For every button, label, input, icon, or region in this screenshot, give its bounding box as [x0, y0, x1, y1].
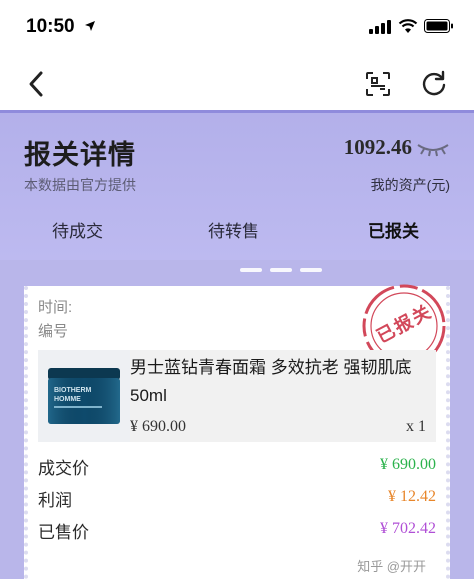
declaration-card: 时间: 编号 已报关 BIOTHERM HOMME 男士蓝钻青春面霜 多效抗老 … [24, 284, 450, 579]
time-label: 时间: [38, 299, 73, 316]
asset-value: 1092.46 [343, 135, 412, 159]
deal-price-label: 成交价 [38, 459, 89, 478]
profit-label: 利润 [38, 491, 72, 510]
asset-label: 我的资产(元) [370, 177, 450, 193]
scan-button[interactable] [364, 70, 392, 98]
svg-text:BIOTHERM: BIOTHERM [54, 387, 92, 394]
refresh-button[interactable] [420, 69, 448, 97]
sold-price-label: 已售价 [38, 523, 89, 542]
product-quantity: x 1 [406, 418, 426, 435]
cellular-signal-icon [369, 20, 391, 39]
chevron-left-icon [29, 71, 43, 97]
tab-pending-resale[interactable]: 待转售 [208, 217, 259, 242]
tab-bar: 待成交 待转售 已报关 [0, 211, 474, 251]
status-time: 10:50 [26, 16, 75, 37]
scan-icon [366, 72, 390, 96]
tab-pending-deal[interactable]: 待成交 [52, 217, 103, 242]
nav-bar [0, 58, 474, 110]
product-name: 男士蓝钻青春面霜 多效抗老 强韧肌底50ml [130, 358, 412, 405]
svg-text:HOMME: HOMME [54, 396, 81, 403]
deal-price-value: ¥ 690.00 [380, 456, 436, 473]
decorative-dash [270, 268, 292, 272]
location-arrow-icon [84, 19, 96, 37]
product-price: ¥ 690.00 [130, 418, 186, 435]
wifi-icon [398, 18, 418, 39]
decorative-dash [300, 268, 322, 272]
sold-price-row: 已售价 ¥ 702.42 [38, 516, 436, 544]
profit-row: 利润 ¥ 12.42 [38, 484, 436, 512]
battery-icon [424, 19, 454, 38]
profit-value: ¥ 12.42 [388, 488, 436, 505]
page-title: 报关详情 [24, 140, 136, 170]
watermark: 知乎 @开开 [357, 559, 426, 574]
header: 报关详情 本数据由官方提供 1092.46 我的资产(元) 待成交 待转售 已报… [0, 110, 474, 260]
deal-price-row: 成交价 ¥ 690.00 [38, 452, 436, 480]
sold-price-value: ¥ 702.42 [380, 520, 436, 537]
data-source-note: 本数据由官方提供 [24, 177, 136, 193]
refresh-icon [422, 70, 446, 96]
eye-closed-icon[interactable] [416, 142, 450, 163]
back-button[interactable] [24, 68, 52, 100]
status-bar: 10:50 [0, 0, 474, 58]
product-item[interactable]: BIOTHERM HOMME 男士蓝钻青春面霜 多效抗老 强韧肌底50ml ¥ … [38, 350, 436, 442]
decorative-dash [240, 268, 262, 272]
product-image: BIOTHERM HOMME [38, 350, 130, 442]
tab-declared[interactable]: 已报关 [368, 217, 419, 242]
order-id-label: 编号 [38, 323, 69, 340]
